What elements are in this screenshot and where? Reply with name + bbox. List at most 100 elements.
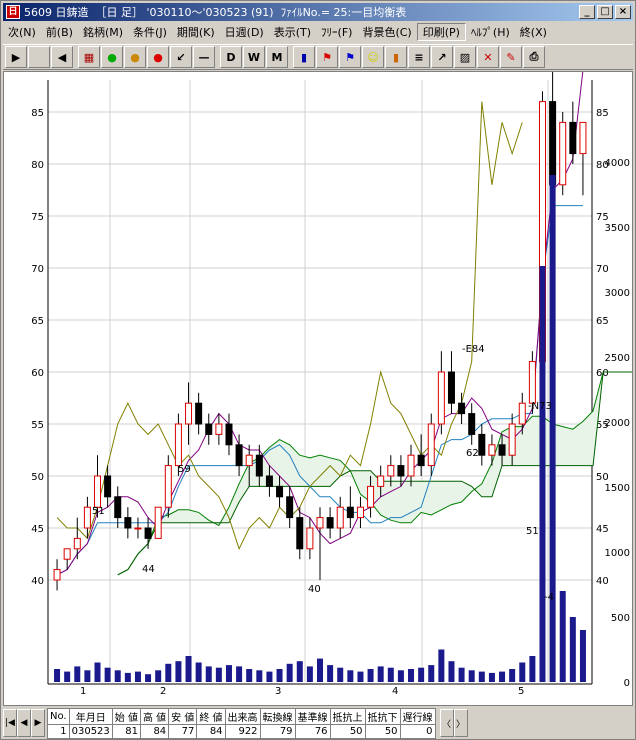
list-button[interactable]: ≡ (408, 46, 430, 68)
candle-body-21 (265, 475, 273, 487)
candle-body-47 (528, 361, 536, 404)
menu-item-7[interactable]: ﾌﾘｰ(F) (316, 24, 357, 40)
menu-item-8[interactable]: 背景色(C) (357, 24, 416, 40)
volume-bar-44 (499, 671, 506, 682)
signal-green-button[interactable]: ● (101, 46, 123, 68)
info-value-8: 76 (294, 723, 331, 739)
menu-item-6[interactable]: 表示(T) (269, 24, 316, 40)
bars-button[interactable]: ▮ (385, 46, 407, 68)
volume-tick-500: 500 (611, 613, 630, 624)
volume-bar-5 (104, 667, 111, 682)
price-tick-right-45: 45 (596, 524, 609, 535)
flag-blue-button[interactable]: ⚑ (339, 46, 361, 68)
hatch-button[interactable]: ▨ (454, 46, 476, 68)
annotation-4: 62 (466, 448, 479, 459)
line-tool-button[interactable]: ↙ (170, 46, 192, 68)
volume-tick-2000: 2000 (605, 418, 630, 429)
x-label-2: 3 (275, 686, 281, 697)
smiley-button[interactable]: ☺ (362, 46, 384, 68)
volume-bar-20 (256, 670, 263, 682)
price-tick-left-60: 60 (31, 368, 44, 379)
price-tick-left-55: 55 (31, 420, 44, 431)
candle-body-37 (427, 423, 435, 467)
info-header-0: No. (47, 707, 70, 725)
scroll-left-button[interactable]: 〈 (439, 709, 454, 737)
prev-record-button[interactable]: ◀ (17, 709, 31, 737)
volume-bar-1 (64, 671, 71, 682)
maximize-button[interactable]: □ (597, 5, 613, 19)
candle-body-42 (478, 433, 486, 456)
eraser-button[interactable]: ✕ (477, 46, 499, 68)
menu-bar: 次(N) 前(B) 銘柄(M) 条件(J) 期間(K) 日週(D) 表示(T) ﾌﾘｰ(F) 背… (3, 22, 633, 42)
bar-button[interactable]: ▮ (293, 46, 315, 68)
ichimoku-chart[interactable]: 40 4045 4550 5055 5560 6065 6570 7075 7580 8085 85… (4, 72, 632, 705)
candle-body-5 (104, 475, 112, 498)
daily-icon: D (226, 50, 236, 64)
info-value-5: 84 (196, 723, 226, 739)
info-value-11: 0 (399, 723, 436, 739)
price-tick-right-65: 65 (596, 316, 609, 327)
pen-button[interactable]: ✎ (500, 46, 522, 68)
menu-item-4[interactable]: 期間(K) (172, 24, 220, 40)
menu-item-2[interactable]: 銘柄(M) (78, 24, 128, 40)
candle-body-35 (407, 454, 415, 477)
flag-blue-icon: ⚑ (345, 50, 355, 64)
weekly-button[interactable]: W (243, 46, 265, 68)
window-title: 5609 日鋳造 ［日 足］ '030110～'030523 (91) ﾌｧｲﾙ… (24, 6, 407, 19)
info-header-7: 転換線 (259, 707, 296, 725)
volume-bar-40 (458, 667, 465, 682)
volume-bar-7 (124, 672, 131, 682)
blank-button[interactable] (28, 46, 50, 68)
back-button[interactable]: ◀ (51, 46, 73, 68)
info-value-1: 030523 (68, 723, 113, 739)
candle-body-45 (508, 423, 516, 456)
monthly-button[interactable]: M (266, 46, 288, 68)
annotation-5: 51 (526, 526, 539, 537)
volume-tick-4000: 4000 (605, 158, 630, 169)
menu-item-9[interactable]: 印刷(P) (416, 23, 466, 41)
scroll-right-button[interactable]: 〉 (453, 709, 468, 737)
menu-item-3[interactable]: 条件(J) (128, 24, 172, 40)
candle-body-22 (276, 485, 284, 498)
close-button[interactable]: × (615, 5, 631, 19)
flag-red-icon: ⚑ (322, 50, 332, 64)
volume-bar-41 (468, 670, 475, 682)
menu-item-0[interactable]: 次(N) (3, 24, 41, 40)
arrow-button[interactable]: ↗ (431, 46, 453, 68)
volume-tick-1000: 1000 (605, 548, 630, 559)
next-record-button[interactable]: ▶ (31, 709, 45, 737)
menu-item-5[interactable]: 日週(D) (220, 24, 269, 40)
play-button[interactable]: ▶ (5, 46, 27, 68)
menu-item-10[interactable]: ﾍﾙﾌﾟ(H) (466, 24, 515, 40)
chart-area[interactable]: 40 40 45 45 50 50 55 55 60 60 65 65 70 70 75 75 80 80 85 85… (3, 71, 633, 706)
volume-bar-21 (266, 671, 273, 682)
signal-mixed-icon: ● (130, 50, 140, 64)
volume-bar-25 (306, 666, 313, 682)
app-icon: 日 (6, 5, 20, 19)
candle-body-39 (447, 371, 455, 404)
volume-bar-39 (448, 661, 455, 682)
info-header-10: 抵抗下 (364, 707, 401, 725)
candle-body-31 (367, 485, 375, 508)
price-tick-left-40: 40 (31, 576, 44, 587)
info-header-6: 出来高 (224, 707, 261, 725)
candle-body-17 (225, 423, 233, 446)
hline-tool-button[interactable]: — (193, 46, 215, 68)
eraser-icon: ✕ (483, 50, 493, 64)
minimize-button[interactable]: _ (579, 5, 595, 19)
price-tick-right-85: 85 (596, 108, 609, 119)
chart-button[interactable]: ▦ (78, 46, 100, 68)
menu-item-1[interactable]: 前(B) (41, 24, 78, 40)
flag-red-button[interactable]: ⚑ (316, 46, 338, 68)
bars-icon: ▮ (392, 50, 400, 64)
menu-item-11[interactable]: 終(X) (515, 24, 552, 40)
printer-button[interactable]: ⎙ (523, 46, 545, 68)
volume-bar-37 (428, 665, 435, 682)
first-record-button[interactable]: |◀ (3, 709, 17, 737)
volume-bar-47 (529, 656, 536, 682)
candle-body-15 (205, 423, 213, 435)
signal-mixed-button[interactable]: ● (124, 46, 146, 68)
daily-button[interactable]: D (220, 46, 242, 68)
first-icon: |◀ (5, 718, 15, 728)
signal-red-button[interactable]: ● (147, 46, 169, 68)
